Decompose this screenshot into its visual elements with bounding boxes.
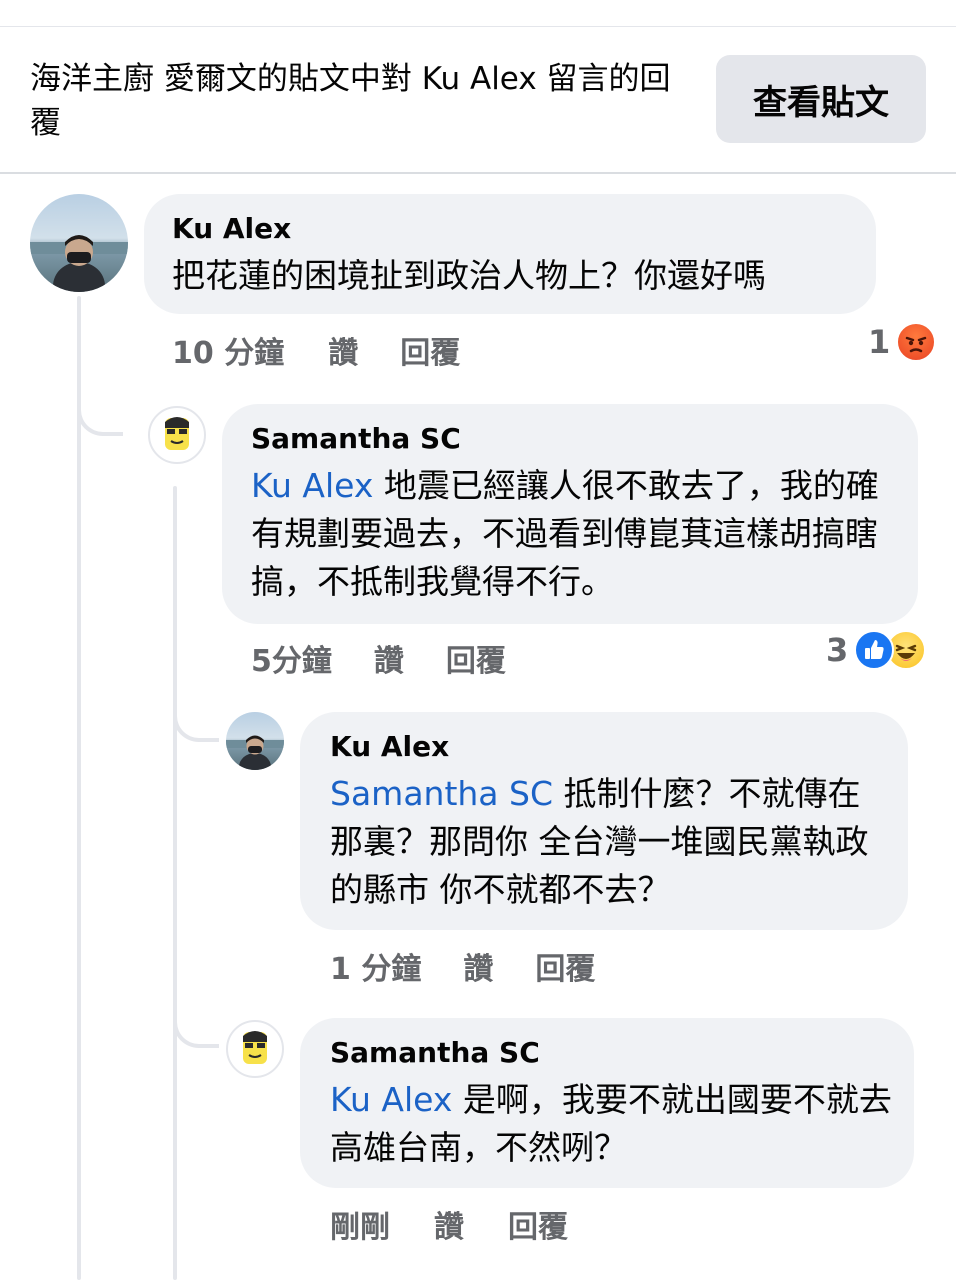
header-divider: [0, 172, 956, 174]
view-post-button[interactable]: 查看貼文: [716, 55, 926, 143]
thread-line-nested: [173, 486, 177, 1280]
reaction-summary[interactable]: 3: [826, 630, 927, 670]
comment-author[interactable]: Ku Alex: [330, 730, 449, 763]
comment-text: Ku Alex 是啊，我要不就出國要不就去高雄台南，不然咧？: [330, 1076, 896, 1172]
reply-button[interactable]: 回覆: [535, 944, 595, 988]
like-icon: [854, 630, 895, 670]
comment-time[interactable]: 10 分鐘: [172, 328, 284, 372]
reply-button[interactable]: 回覆: [400, 328, 460, 372]
comment-actions: 1 分鐘 讚 回覆: [330, 944, 595, 988]
page-title: 海洋主廚 愛爾文的貼文中對 Ku Alex 留言的回覆: [30, 61, 671, 141]
comment-actions: 5分鐘 讚 回覆: [251, 636, 506, 680]
avatar[interactable]: [226, 1020, 284, 1078]
reply-button[interactable]: 回覆: [446, 636, 506, 680]
like-button[interactable]: 讚: [328, 328, 358, 372]
comment-time[interactable]: 5分鐘: [251, 636, 332, 680]
avatar[interactable]: [30, 194, 128, 292]
comment-actions: 剛剛 讚 回覆: [330, 1202, 568, 1246]
mention-link[interactable]: Ku Alex: [251, 466, 373, 505]
reaction-count: 3: [826, 631, 849, 669]
thread-connector: [173, 700, 219, 742]
thread-line-main: [77, 296, 81, 1280]
comment-text: Ku Alex 地震已經讓人很不敢去了，我的確有規劃要過去，不過看到傅崑萁這樣胡…: [251, 462, 903, 606]
reply-button[interactable]: 回覆: [508, 1202, 568, 1246]
comment-text: 把花蓮的困境扯到政治人物上？你還好嗎: [172, 252, 862, 300]
avatar[interactable]: [148, 406, 206, 464]
comment-author[interactable]: Samantha SC: [251, 422, 461, 455]
comment-text: Samantha SC 抵制什麼？不就傳在那裏？那問你 全台灣一堆國民黨執政的縣…: [330, 770, 890, 914]
thread-connector: [173, 1006, 219, 1048]
thread-connector: [77, 396, 123, 436]
avatar[interactable]: [226, 712, 284, 770]
mention-link[interactable]: Samantha SC: [330, 774, 553, 813]
reaction-count: 1: [868, 323, 891, 361]
comment-actions: 10 分鐘 讚 回覆: [172, 328, 460, 372]
like-button[interactable]: 讚: [463, 944, 493, 988]
like-button[interactable]: 讚: [434, 1202, 464, 1246]
like-button[interactable]: 讚: [374, 636, 404, 680]
reaction-summary[interactable]: 1: [868, 322, 937, 362]
comment-time[interactable]: 剛剛: [330, 1202, 390, 1246]
comment-time[interactable]: 1 分鐘: [330, 944, 421, 988]
comment-author[interactable]: Ku Alex: [172, 212, 291, 245]
mention-link[interactable]: Ku Alex: [330, 1080, 452, 1119]
comment-author[interactable]: Samantha SC: [330, 1036, 540, 1069]
angry-emoji-icon: [896, 322, 937, 362]
reply-header: 海洋主廚 愛爾文的貼文中對 Ku Alex 留言的回覆 查看貼文: [0, 27, 956, 173]
comment-body: 把花蓮的困境扯到政治人物上？你還好嗎: [172, 256, 766, 295]
